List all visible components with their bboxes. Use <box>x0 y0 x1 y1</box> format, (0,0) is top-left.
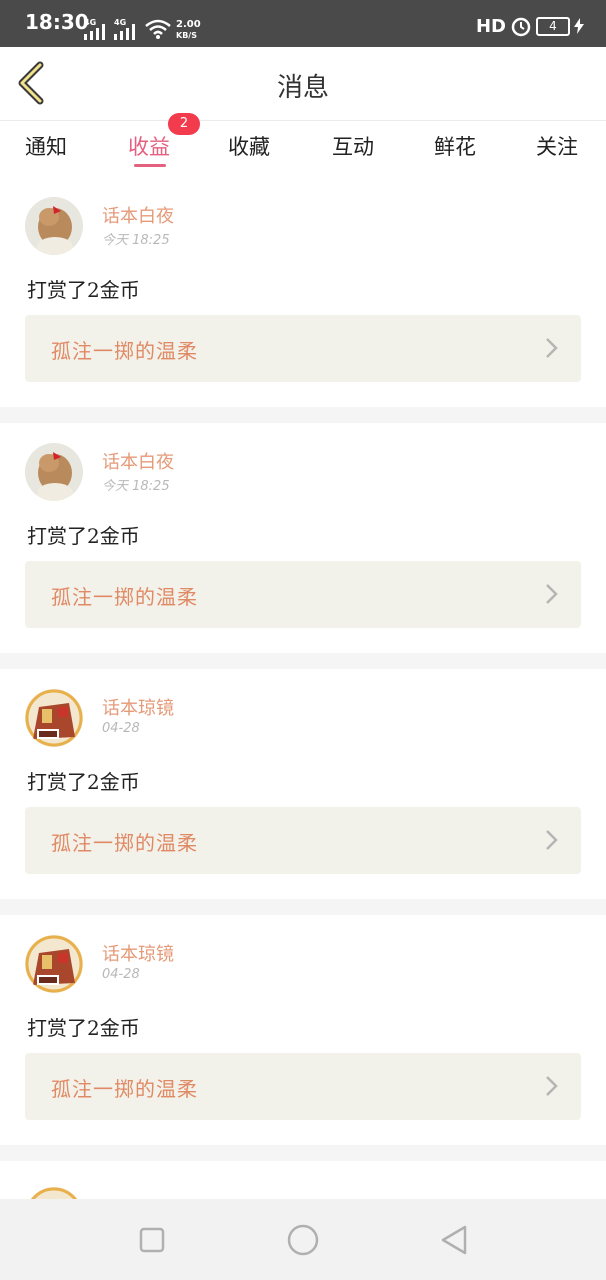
tab-favorites[interactable]: 收藏 <box>228 131 270 161</box>
sender-name[interactable]: 话本琼镜 <box>102 940 174 966</box>
card-divider <box>0 899 606 915</box>
message-time: 今天 18:25 <box>102 479 170 494</box>
tab-earnings[interactable]: 收益 <box>128 131 170 161</box>
battery-icon: 4 <box>536 16 570 36</box>
app-header: 消息 <box>0 47 606 121</box>
message-text: 打赏了2金币 <box>27 770 140 794</box>
wifi-icon <box>145 19 171 39</box>
message-text: 打赏了2金币 <box>27 1016 140 1040</box>
story-link[interactable]: 孤注一掷的温柔 <box>25 561 581 628</box>
story-title: 孤注一掷的温柔 <box>51 831 198 855</box>
message-card: 话本白夜 今天 18:25 打赏了2金币 孤注一掷的温柔 <box>0 177 606 407</box>
signal-icon <box>84 24 105 40</box>
message-text: 打赏了2金币 <box>27 278 140 302</box>
sender-name[interactable]: 话本琼镜 <box>102 694 174 720</box>
message-time: 04-28 <box>102 967 140 982</box>
avatar[interactable] <box>25 689 83 747</box>
status-right: HD 4 <box>476 15 584 37</box>
story-link[interactable]: 孤注一掷的温柔 <box>25 315 581 382</box>
avatar[interactable] <box>25 935 83 993</box>
page-title: 消息 <box>276 73 329 103</box>
active-tab-indicator <box>134 164 166 167</box>
hd-label: HD <box>475 15 506 37</box>
chevron-right-icon <box>546 338 558 358</box>
status-time: 18:30 <box>25 10 89 34</box>
recent-apps-icon[interactable] <box>139 1227 165 1253</box>
net-speed-unit: KB/S <box>176 31 197 40</box>
chevron-right-icon <box>546 1076 558 1096</box>
story-title: 孤注一掷的温柔 <box>51 339 198 363</box>
message-card: 话本白夜 今天 18:25 打赏了2金币 孤注一掷的温柔 <box>0 423 606 653</box>
signal-icon-2 <box>114 24 135 40</box>
system-nav-bar <box>0 1199 606 1280</box>
card-divider <box>0 407 606 423</box>
sender-name[interactable]: 话本白夜 <box>102 448 174 474</box>
tab-flowers[interactable]: 鲜花 <box>434 131 476 161</box>
message-time: 今天 18:25 <box>102 233 170 248</box>
story-title: 孤注一掷的温柔 <box>51 1077 198 1101</box>
message-card: 话本琼镜 04-28 打赏了2金币 孤注一掷的温柔 <box>0 915 606 1145</box>
message-card: 话本琼镜 04-28 打赏了2金币 孤注一掷的温柔 <box>0 669 606 899</box>
home-icon[interactable] <box>287 1224 319 1256</box>
tab-notice[interactable]: 通知 <box>25 131 67 161</box>
chevron-right-icon <box>546 830 558 850</box>
message-time: 04-28 <box>102 721 140 736</box>
story-link[interactable]: 孤注一掷的温柔 <box>25 807 581 874</box>
story-title: 孤注一掷的温柔 <box>51 585 198 609</box>
tab-interaction[interactable]: 互动 <box>332 131 374 161</box>
message-card-partial <box>0 1161 606 1199</box>
status-bar: 18:30 4G 4G 2.00 KB/S HD 4 <box>0 0 606 47</box>
sender-name[interactable]: 话本白夜 <box>102 202 174 228</box>
net-speed-value: 2.00 <box>176 19 201 30</box>
chevron-right-icon <box>546 584 558 604</box>
avatar[interactable] <box>25 197 83 255</box>
message-text: 打赏了2金币 <box>27 524 140 548</box>
card-divider <box>0 1145 606 1161</box>
charging-icon <box>574 18 584 34</box>
story-link[interactable]: 孤注一掷的温柔 <box>25 1053 581 1120</box>
unread-badge: 2 <box>168 113 200 135</box>
avatar[interactable] <box>25 443 83 501</box>
tab-follow[interactable]: 关注 <box>536 131 578 161</box>
card-divider <box>0 653 606 669</box>
back-nav-icon[interactable] <box>440 1225 468 1255</box>
avatar[interactable] <box>25 1187 83 1199</box>
alarm-icon <box>511 17 531 37</box>
